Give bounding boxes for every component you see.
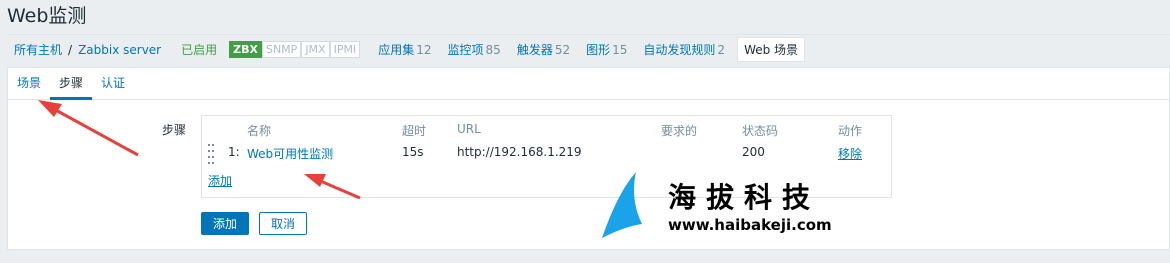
availability-badges: ZBX SNMP JMX IPMI	[229, 41, 361, 58]
column-action: 动作	[838, 124, 863, 138]
nav-graphs-label: 图形	[586, 43, 611, 57]
nav-items-label: 监控项	[447, 43, 484, 57]
nav-web-scenarios[interactable]: Web 场景	[737, 37, 806, 62]
tab-authentication[interactable]: 认证	[92, 68, 134, 100]
step-url: http://192.168.1.219	[457, 145, 582, 159]
nav-applications[interactable]: 应用集 12	[378, 41, 431, 58]
column-status-code: 状态码	[742, 124, 779, 138]
breadcrumb-separator: /	[68, 42, 73, 57]
tab-steps[interactable]: 步骤	[50, 68, 93, 100]
step-index: 1:	[228, 145, 240, 159]
watermark-title: 海拔科技	[668, 181, 821, 214]
nav-discovery-rules-count: 2	[717, 43, 726, 57]
nav-items-count: 85	[485, 43, 501, 57]
nav-discovery-rules[interactable]: 自动发现规则 2	[643, 41, 725, 58]
snmp-badge: SNMP	[261, 41, 302, 58]
breadcrumb-all-hosts[interactable]: 所有主机	[14, 41, 62, 58]
steps-label: 步骤	[162, 123, 187, 137]
column-timeout: 超时	[402, 124, 427, 138]
watermark-url: www.haibakeji.com	[668, 216, 832, 234]
nav-triggers-label: 触发器	[516, 43, 553, 57]
nav-triggers[interactable]: 触发器 52	[517, 41, 570, 58]
step-timeout: 15s	[402, 145, 424, 159]
add-button[interactable]: 添加	[201, 212, 249, 235]
step-name-link[interactable]: Web可用性监测	[247, 145, 333, 162]
watermark: 海拔科技 www.haibakeji.com	[600, 170, 840, 240]
nav-items[interactable]: 监控项 85	[448, 41, 501, 58]
remove-step-link[interactable]: 移除	[838, 145, 862, 162]
nav-triggers-count: 52	[554, 43, 571, 57]
ipmi-badge: IPMI	[329, 41, 361, 58]
nav-applications-count: 12	[416, 43, 432, 57]
web-scenario-form-panel: 场景 步骤 认证 步骤 名称 超时 URL 要求的 状态码 动作 1: Web可…	[7, 67, 1170, 250]
nav-graphs-count: 15	[612, 43, 628, 57]
column-name: 名称	[247, 124, 272, 138]
breadcrumb: 所有主机 / Zabbix server 已启用 ZBX SNMP JMX IP…	[7, 34, 1170, 64]
column-url: URL	[457, 122, 481, 136]
nav-graphs[interactable]: 图形 15	[586, 41, 627, 58]
table-row: 1: Web可用性监测 15s http://192.168.1.219 200…	[202, 143, 891, 164]
drag-handle-icon[interactable]	[208, 143, 214, 164]
page-title: Web监测	[7, 5, 87, 27]
steps-table-header: 名称 超时 URL 要求的 状态码 动作	[202, 122, 891, 138]
status-enabled-badge[interactable]: 已启用	[181, 41, 217, 58]
step-status-code: 200	[742, 145, 765, 159]
zbx-badge: ZBX	[229, 41, 262, 58]
sail-logo-icon	[602, 172, 642, 238]
jmx-badge: JMX	[301, 41, 330, 58]
breadcrumb-host[interactable]: Zabbix server	[78, 43, 161, 57]
cancel-button[interactable]: 取消	[259, 212, 307, 235]
nav-applications-label: 应用集	[378, 43, 415, 57]
tab-scenario[interactable]: 场景	[8, 68, 50, 100]
column-required: 要求的	[661, 124, 698, 138]
tab-bar: 场景 步骤 认证	[8, 68, 1169, 100]
nav-discovery-rules-label: 自动发现规则	[643, 43, 716, 57]
add-step-link[interactable]: 添加	[208, 172, 232, 189]
